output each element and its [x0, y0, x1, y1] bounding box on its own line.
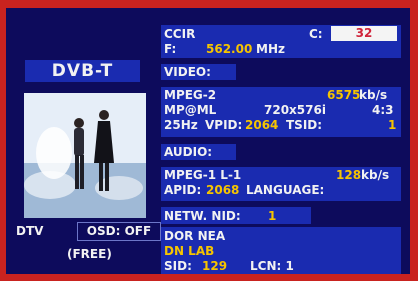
network-name: DOR NEA — [164, 229, 226, 243]
frequency-value: 562.00 — [206, 42, 253, 56]
sid-label: SID: — [164, 259, 192, 273]
channel-label: C: — [309, 27, 323, 41]
lcn-label: LCN: 1 — [250, 259, 294, 273]
video-bitrate-unit: kb/s — [359, 88, 388, 102]
frequency-label: F: — [164, 42, 177, 56]
network-id-value: 1 — [268, 209, 277, 223]
apid-value: 2068 — [206, 183, 240, 197]
video-profile: MP@ML — [164, 103, 217, 117]
network-id-label: NETW. NID: — [164, 209, 241, 223]
sid-value: 129 — [202, 259, 228, 273]
video-frame-rate: 25Hz — [164, 118, 198, 132]
tv-system: CCIR — [164, 27, 196, 41]
video-resolution: 720x576i — [264, 103, 326, 117]
preview-image — [24, 93, 146, 218]
service-provider: DN LAB — [164, 244, 215, 258]
video-bitrate: 6575 — [327, 88, 361, 102]
apid-label: APID: — [164, 183, 202, 197]
audio-bitrate: 128 — [336, 168, 362, 182]
tsid-value: 1 — [388, 118, 397, 132]
frequency-unit: MHz — [256, 42, 285, 56]
language-label: LANGUAGE: — [246, 183, 325, 197]
audio-codec: MPEG-1 L-1 — [164, 168, 242, 182]
video-header: VIDEO: — [161, 64, 236, 80]
tv-screen: DVB-T DTV OSD: OFF (FREE) CCIR C: 32 F: … — [6, 8, 410, 274]
standard-label: DVB-T — [25, 60, 140, 82]
video-codec: MPEG-2 — [164, 88, 217, 102]
channel-number: 32 — [331, 26, 397, 41]
vpid-label: VPID: — [205, 118, 243, 132]
access-label: (FREE) — [67, 247, 112, 261]
tsid-label: TSID: — [286, 118, 323, 132]
vpid-value: 2064 — [245, 118, 279, 132]
osd-status: OSD: OFF — [77, 222, 161, 241]
mode-label: DTV — [16, 224, 44, 238]
video-preview — [24, 93, 146, 218]
audio-bitrate-unit: kb/s — [361, 168, 390, 182]
audio-header: AUDIO: — [161, 144, 236, 160]
video-aspect: 4:3 — [372, 103, 394, 117]
